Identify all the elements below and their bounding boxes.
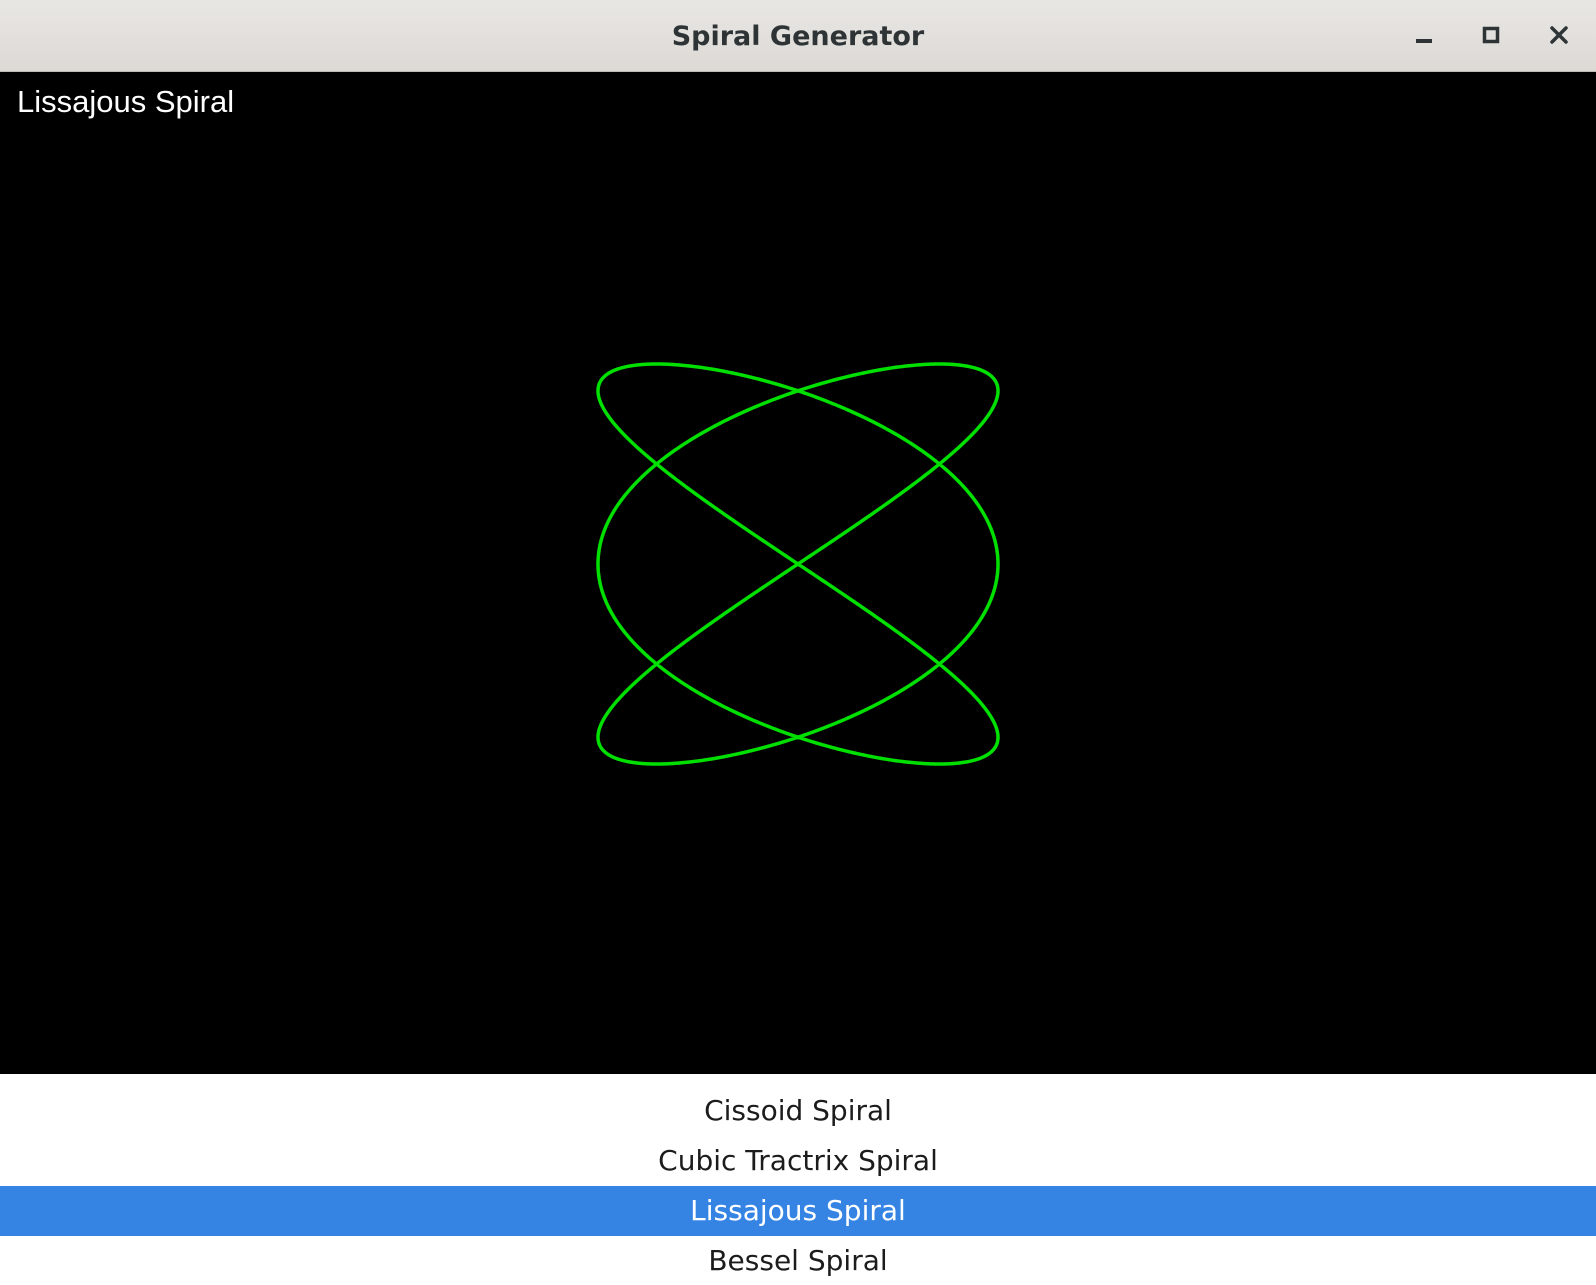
list-item-bessel-spiral[interactable]: Bessel Spiral	[0, 1236, 1596, 1285]
maximize-icon	[1482, 26, 1500, 44]
window-title: Spiral Generator	[671, 21, 925, 52]
close-button[interactable]	[1540, 16, 1580, 56]
list-item-lissajous-spiral[interactable]: Lissajous Spiral	[0, 1186, 1596, 1236]
app-window: Spiral Generator Lissajous Spiral Cissoi…	[0, 0, 1596, 1285]
minimize-icon	[1416, 39, 1432, 43]
minimize-button[interactable]	[1404, 16, 1444, 56]
maximize-button[interactable]	[1472, 16, 1512, 56]
lissajous-curve	[596, 362, 1000, 766]
lissajous-curve-plot	[596, 362, 1000, 766]
list-item-cubic-tractrix-spiral[interactable]: Cubic Tractrix Spiral	[0, 1136, 1596, 1186]
spiral-list[interactable]: Cissoid Spiral Cubic Tractrix Spiral Lis…	[0, 1074, 1596, 1285]
close-icon	[1550, 26, 1568, 44]
list-item-cissoid-spiral[interactable]: Cissoid Spiral	[0, 1086, 1596, 1136]
title-bar[interactable]: Spiral Generator	[0, 0, 1596, 72]
spiral-canvas: Lissajous Spiral	[0, 72, 1596, 1074]
